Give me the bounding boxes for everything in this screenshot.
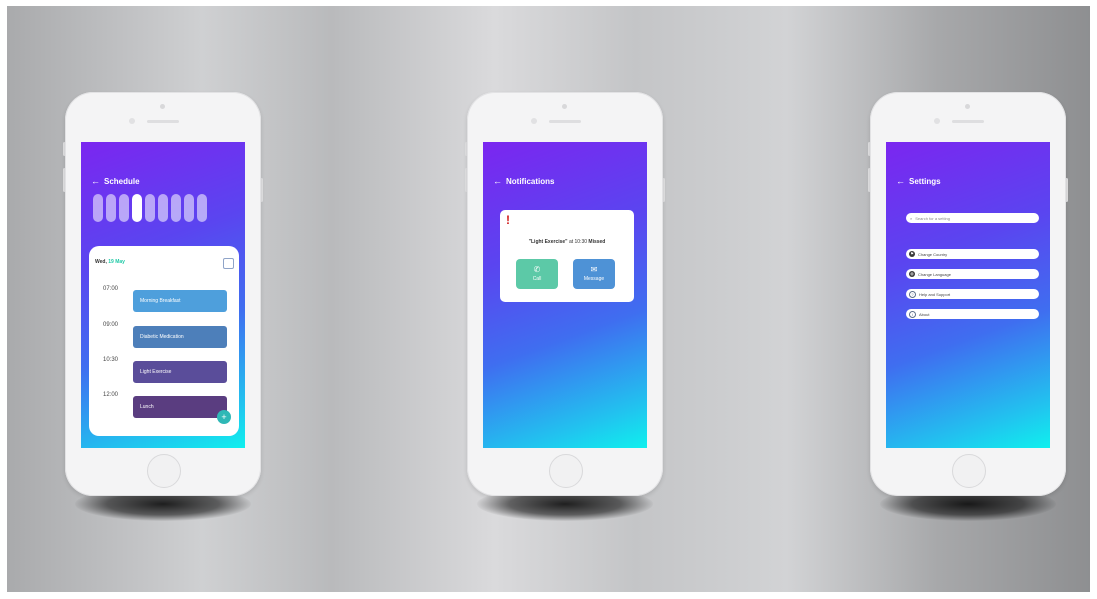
day-pill[interactable] (158, 194, 168, 222)
notifications-header: ← Notifications (493, 176, 554, 186)
day-pill[interactable] (119, 194, 129, 222)
sensor (129, 118, 135, 124)
globe-icon: ◍ (909, 271, 915, 277)
notification-time: at 10:30 (568, 239, 588, 245)
speaker (147, 120, 179, 123)
search-icon: ⌕ (910, 215, 913, 221)
notifications-screen: ← Notifications ! "Light Exercise" at 10… (483, 142, 647, 448)
camera (562, 104, 567, 109)
phone-body: ← Notifications ! "Light Exercise" at 10… (467, 92, 663, 496)
schedule-card: Wed, 19 May 07:00 Morning Breakfast 09:0… (89, 246, 239, 436)
add-button[interactable]: + (217, 410, 231, 424)
schedule-time: 09:00 (103, 322, 119, 328)
call-label: Call (532, 276, 542, 282)
settings-item-help-support[interactable]: ? Help and Support (906, 289, 1039, 299)
settings-screen: ← Settings ⌕ Search for a setting ⚑ Chan… (886, 142, 1050, 448)
help-icon: ? (909, 290, 916, 298)
notification-event: "Light Exercise" (528, 239, 568, 245)
schedule-header: ← Schedule (91, 176, 140, 186)
settings-item-label: Help and Support (919, 291, 951, 297)
schedule-event[interactable]: Morning Breakfast (133, 290, 227, 312)
calendar-icon[interactable] (223, 258, 234, 269)
day-pill[interactable] (171, 194, 181, 222)
phone-schedule: ← Schedule Wed, 19 May 07:00 Morning Bre… (63, 92, 263, 522)
schedule-time: 10:30 (103, 357, 119, 363)
settings-item-change-country[interactable]: ⚑ Change Country (906, 249, 1039, 259)
message-icon: ✉ (590, 265, 598, 274)
settings-header: ← Settings (896, 176, 941, 186)
schedule-event[interactable]: Diabetic Medication (133, 326, 227, 348)
phone-settings: ← Settings ⌕ Search for a setting ⚑ Chan… (868, 92, 1068, 522)
settings-item-label: About (919, 311, 930, 317)
settings-item-change-language[interactable]: ◍ Change Language (906, 269, 1039, 279)
day-pill[interactable] (184, 194, 194, 222)
search-placeholder: Search for a setting (915, 215, 950, 221)
alert-icon: ! (506, 213, 510, 227)
phone-body: ← Schedule Wed, 19 May 07:00 Morning Bre… (65, 92, 261, 496)
schedule-screen: ← Schedule Wed, 19 May 07:00 Morning Bre… (81, 142, 245, 448)
camera (965, 104, 970, 109)
flag-icon: ⚑ (909, 251, 915, 257)
page-title: Settings (909, 176, 941, 186)
back-arrow-icon[interactable]: ← (493, 176, 502, 186)
info-icon: i (909, 310, 916, 318)
schedule-row: 09:00 Diabetic Medication (89, 322, 239, 348)
settings-item-label: Change Language (918, 271, 951, 277)
schedule-time: 07:00 (103, 286, 119, 292)
schedule-row: 12:00 Lunch (89, 392, 239, 418)
date-day: Wed, (95, 259, 107, 265)
day-pill[interactable] (106, 194, 116, 222)
day-pill[interactable] (197, 194, 207, 222)
back-arrow-icon[interactable]: ← (91, 176, 100, 186)
call-button[interactable]: ✆ Call (516, 259, 558, 289)
message-button[interactable]: ✉ Message (573, 259, 615, 289)
day-pill-selected[interactable] (132, 194, 142, 222)
day-picker (93, 194, 207, 222)
day-pill[interactable] (93, 194, 103, 222)
home-button[interactable] (147, 454, 181, 488)
notification-message: "Light Exercise" at 10:30 Missed (500, 239, 634, 245)
settings-item-about[interactable]: i About (906, 309, 1039, 319)
schedule-row: 10:30 Light Exercise (89, 357, 239, 383)
sensor (934, 118, 940, 124)
message-label: Message (583, 276, 605, 282)
schedule-event[interactable]: Light Exercise (133, 361, 227, 383)
settings-item-label: Change Country (918, 251, 948, 257)
page-title: Notifications (506, 176, 555, 186)
back-arrow-icon[interactable]: ← (896, 176, 905, 186)
speaker (952, 120, 984, 123)
home-button[interactable] (952, 454, 986, 488)
day-pill[interactable] (145, 194, 155, 222)
home-button[interactable] (549, 454, 583, 488)
schedule-event[interactable]: Lunch (133, 396, 227, 418)
camera (160, 104, 165, 109)
settings-search-input[interactable]: ⌕ Search for a setting (906, 213, 1039, 223)
phone-notifications: ← Notifications ! "Light Exercise" at 10… (465, 92, 665, 522)
phone-icon: ✆ (533, 265, 541, 274)
notification-status: Missed (588, 239, 606, 245)
schedule-time: 12:00 (103, 392, 119, 398)
selected-date: Wed, 19 May (95, 259, 125, 265)
speaker (549, 120, 581, 123)
date-rest: 19 May (108, 259, 125, 265)
page-title: Schedule (104, 176, 140, 186)
phone-body: ← Settings ⌕ Search for a setting ⚑ Chan… (870, 92, 1066, 496)
sensor (531, 118, 537, 124)
notification-card: ! "Light Exercise" at 10:30 Missed ✆ Cal… (500, 210, 634, 302)
schedule-row: 07:00 Morning Breakfast (89, 286, 239, 312)
